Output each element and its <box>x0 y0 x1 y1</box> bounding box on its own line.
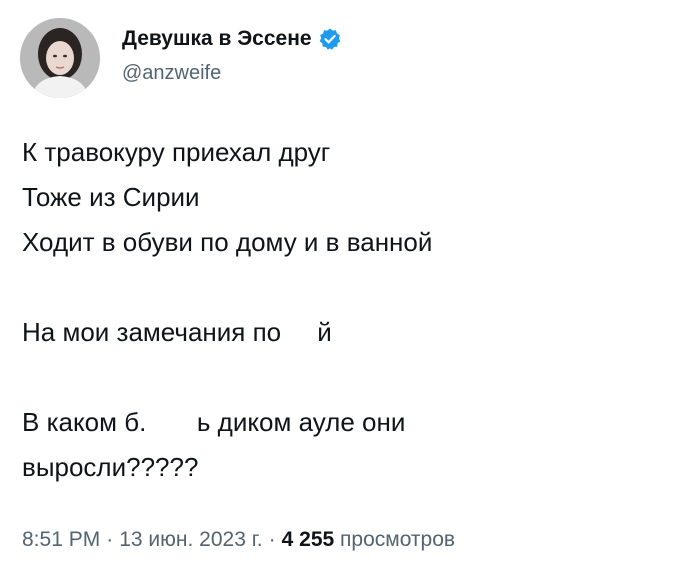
verified-badge-icon <box>318 27 342 51</box>
tweet-text: К травокуру приехал друг Тоже из Сирии Х… <box>22 130 682 490</box>
tweet-line: К травокуру приехал друг <box>22 137 331 167</box>
views-count[interactable]: 4 255 <box>282 528 335 552</box>
author-handle[interactable]: @anzweife <box>122 62 221 85</box>
tweet-line: Тоже из Сирии <box>22 182 200 212</box>
tweet-date[interactable]: 13 июн. 2023 г. <box>119 528 262 552</box>
tweet-line: выросли????? <box>22 452 199 482</box>
views-label[interactable]: просмотров <box>340 528 455 552</box>
avatar[interactable] <box>20 18 100 98</box>
tweet-line: В каком б. ь диком ауле они <box>22 407 406 437</box>
avatar-image <box>20 18 100 98</box>
author-name-row[interactable]: Девушка в Эссене <box>122 24 342 54</box>
tweet-line: Ходит в обуви по дому и в ванной <box>22 227 433 257</box>
tweet-line: На мои замечания по й <box>22 317 332 347</box>
meta-separator: · <box>268 528 276 551</box>
tweet-card: Девушка в Эссене @anzweife К травокуру п… <box>0 0 700 588</box>
tweet-time[interactable]: 8:51 PM <box>22 528 100 552</box>
meta-separator: · <box>106 528 114 551</box>
tweet-meta: 8:51 PM · 13 июн. 2023 г. · 4 255 просмо… <box>22 528 455 552</box>
display-name[interactable]: Девушка в Эссене <box>122 27 312 51</box>
